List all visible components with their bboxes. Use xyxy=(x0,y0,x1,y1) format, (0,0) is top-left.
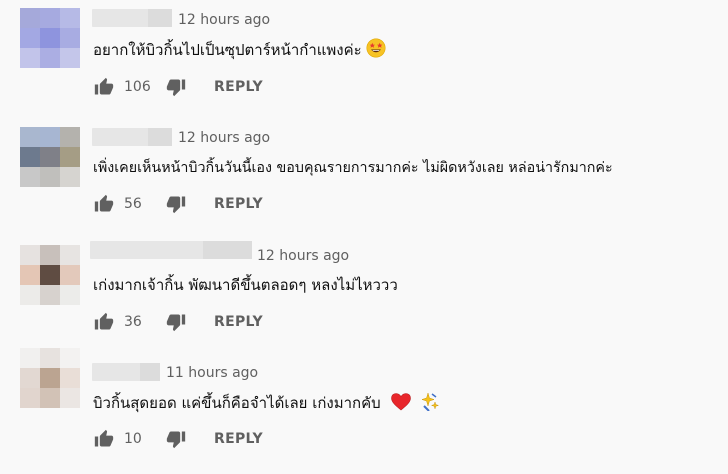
avatar-pixel xyxy=(40,348,60,368)
avatar-pixel xyxy=(20,368,40,388)
avatar-pixel xyxy=(20,127,40,147)
avatar-pixel xyxy=(60,48,80,68)
reply-button[interactable]: REPLY xyxy=(214,431,263,447)
star-struck-emoji-icon xyxy=(366,38,386,64)
like-count: 56 xyxy=(124,196,142,212)
avatar-pixel xyxy=(40,28,60,48)
avatar[interactable] xyxy=(20,127,80,187)
avatar-pixel xyxy=(40,368,60,388)
author-name-redacted[interactable] xyxy=(90,241,252,259)
like-icon[interactable] xyxy=(94,429,114,449)
like-icon[interactable] xyxy=(94,194,114,214)
avatar-pixel xyxy=(20,388,40,408)
avatar[interactable] xyxy=(20,8,80,68)
avatar-pixel xyxy=(20,348,40,368)
avatar-pixel xyxy=(60,8,80,28)
reply-button[interactable]: REPLY xyxy=(214,314,263,330)
dislike-icon[interactable] xyxy=(166,312,186,332)
avatar-pixel xyxy=(20,147,40,167)
avatar-pixel xyxy=(60,167,80,187)
comment-text-content: เพิ่งเคยเห็นหน้าบิวกิ้นวันนี้เอง ขอบคุณร… xyxy=(93,160,613,176)
avatar-pixel xyxy=(20,167,40,187)
avatar-pixel xyxy=(40,265,60,285)
avatar-pixel xyxy=(20,28,40,48)
dislike-icon[interactable] xyxy=(166,194,186,214)
avatar-pixel xyxy=(60,368,80,388)
avatar-pixel xyxy=(60,147,80,167)
avatar-pixel xyxy=(60,265,80,285)
author-name-redacted[interactable] xyxy=(92,128,172,146)
avatar-pixel xyxy=(40,245,60,265)
avatar-pixel xyxy=(40,8,60,28)
comment-actions: 36 REPLY xyxy=(94,310,263,334)
comment-text: เพิ่งเคยเห็นหน้าบิวกิ้นวันนี้เอง ขอบคุณร… xyxy=(93,156,613,179)
avatar[interactable] xyxy=(20,348,80,408)
avatar-pixel xyxy=(20,48,40,68)
dislike-icon[interactable] xyxy=(166,429,186,449)
like-count: 10 xyxy=(124,431,142,447)
avatar-pixel xyxy=(60,348,80,368)
avatar-pixel xyxy=(40,388,60,408)
avatar-pixel xyxy=(20,285,40,305)
comment-text: อยากให้บิวกิ้นไปเป็นซุปตาร์หน้ากำแพงค่ะ xyxy=(93,38,386,64)
avatar-pixel xyxy=(40,147,60,167)
like-count: 36 xyxy=(124,314,142,330)
comment-text: บิวกิ้นสุดยอด แค่ขึ้นก็คือจำได้เลย เก่งม… xyxy=(93,391,440,417)
reply-button[interactable]: REPLY xyxy=(214,196,263,212)
comment-text: เก่งมากเจ้ากิ้น พัฒนาดีขึ้นตลอดๆ หลงไม่ไ… xyxy=(93,274,398,296)
reply-button[interactable]: REPLY xyxy=(214,79,263,95)
avatar-pixel xyxy=(20,245,40,265)
comment-timestamp[interactable]: 12 hours ago xyxy=(178,129,270,147)
avatar-pixel xyxy=(60,285,80,305)
avatar-pixel xyxy=(20,265,40,285)
sparkles-icon xyxy=(420,391,440,417)
comment-actions: 56 REPLY xyxy=(94,192,263,216)
comment-timestamp[interactable]: 12 hours ago xyxy=(257,247,349,265)
avatar[interactable] xyxy=(20,245,80,305)
dislike-icon[interactable] xyxy=(166,77,186,97)
avatar-pixel xyxy=(60,28,80,48)
avatar-pixel xyxy=(40,285,60,305)
author-name-redacted[interactable] xyxy=(92,9,172,27)
heart-icon xyxy=(391,393,412,417)
author-name-redacted[interactable] xyxy=(92,363,160,381)
comment-timestamp[interactable]: 11 hours ago xyxy=(166,364,258,382)
avatar-pixel xyxy=(40,48,60,68)
comment-actions: 106 REPLY xyxy=(94,75,263,99)
avatar-pixel xyxy=(60,245,80,265)
comment-timestamp[interactable]: 12 hours ago xyxy=(178,11,270,29)
like-icon[interactable] xyxy=(94,312,114,332)
comment-text-content: เก่งมากเจ้ากิ้น พัฒนาดีขึ้นตลอดๆ หลงไม่ไ… xyxy=(93,276,398,294)
avatar-pixel xyxy=(60,388,80,408)
avatar-pixel xyxy=(40,127,60,147)
like-count: 106 xyxy=(124,79,151,95)
avatar-pixel xyxy=(60,127,80,147)
comment-text-content: บิวกิ้นสุดยอด แค่ขึ้นก็คือจำได้เลย เก่งม… xyxy=(93,394,381,412)
comment-text-content: อยากให้บิวกิ้นไปเป็นซุปตาร์หน้ากำแพงค่ะ xyxy=(93,41,362,59)
comment-actions: 10 REPLY xyxy=(94,427,263,451)
like-icon[interactable] xyxy=(94,77,114,97)
avatar-pixel xyxy=(20,8,40,28)
avatar-pixel xyxy=(40,167,60,187)
